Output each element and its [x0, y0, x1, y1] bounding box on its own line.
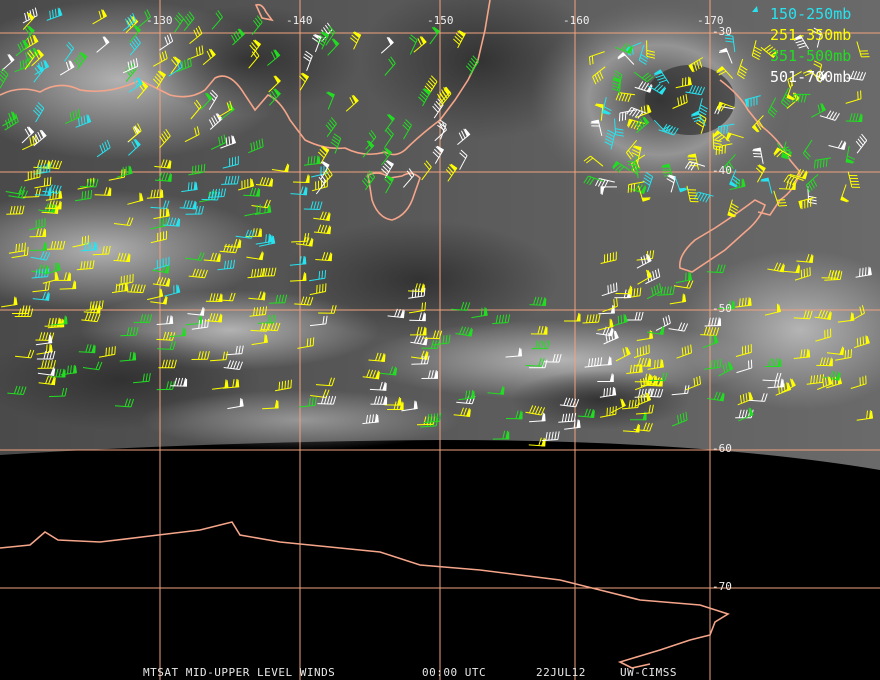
- latitude-label: -40: [712, 164, 732, 177]
- latitude-label: -30: [712, 25, 732, 38]
- map-canvas: -130 -140 -150 -160 -170 -30 -40 -50 -60…: [0, 0, 880, 680]
- latitude-label: -70: [712, 580, 732, 593]
- legend-item-150-250: 150-250mb: [770, 5, 851, 23]
- legend-item-251-350: 251-350mb: [770, 26, 851, 44]
- longitude-label: -160: [563, 14, 590, 27]
- longitude-label: -150: [427, 14, 454, 27]
- time-label: 00:00 UTC: [422, 666, 486, 679]
- longitude-label: -140: [286, 14, 313, 27]
- antarctica-coastline: [0, 521, 730, 669]
- date-label: 22JUL12: [536, 666, 586, 679]
- footer: MTSAT MID-UPPER LEVEL WINDS 00:00 UTC 22…: [143, 666, 677, 679]
- latitude-label: -60: [712, 442, 732, 455]
- legend-item-351-500: 351-500mb: [770, 47, 851, 65]
- product-name: MTSAT MID-UPPER LEVEL WINDS: [143, 666, 335, 679]
- legend-item-501-700: 501-700mb: [770, 68, 851, 86]
- latitude-label: -50: [712, 302, 732, 315]
- satellite-wind-map: -130 -140 -150 -160 -170 -30 -40 -50 -60…: [0, 0, 880, 680]
- source-label: UW-CIMSS: [620, 666, 677, 679]
- longitude-label: -130: [146, 14, 173, 27]
